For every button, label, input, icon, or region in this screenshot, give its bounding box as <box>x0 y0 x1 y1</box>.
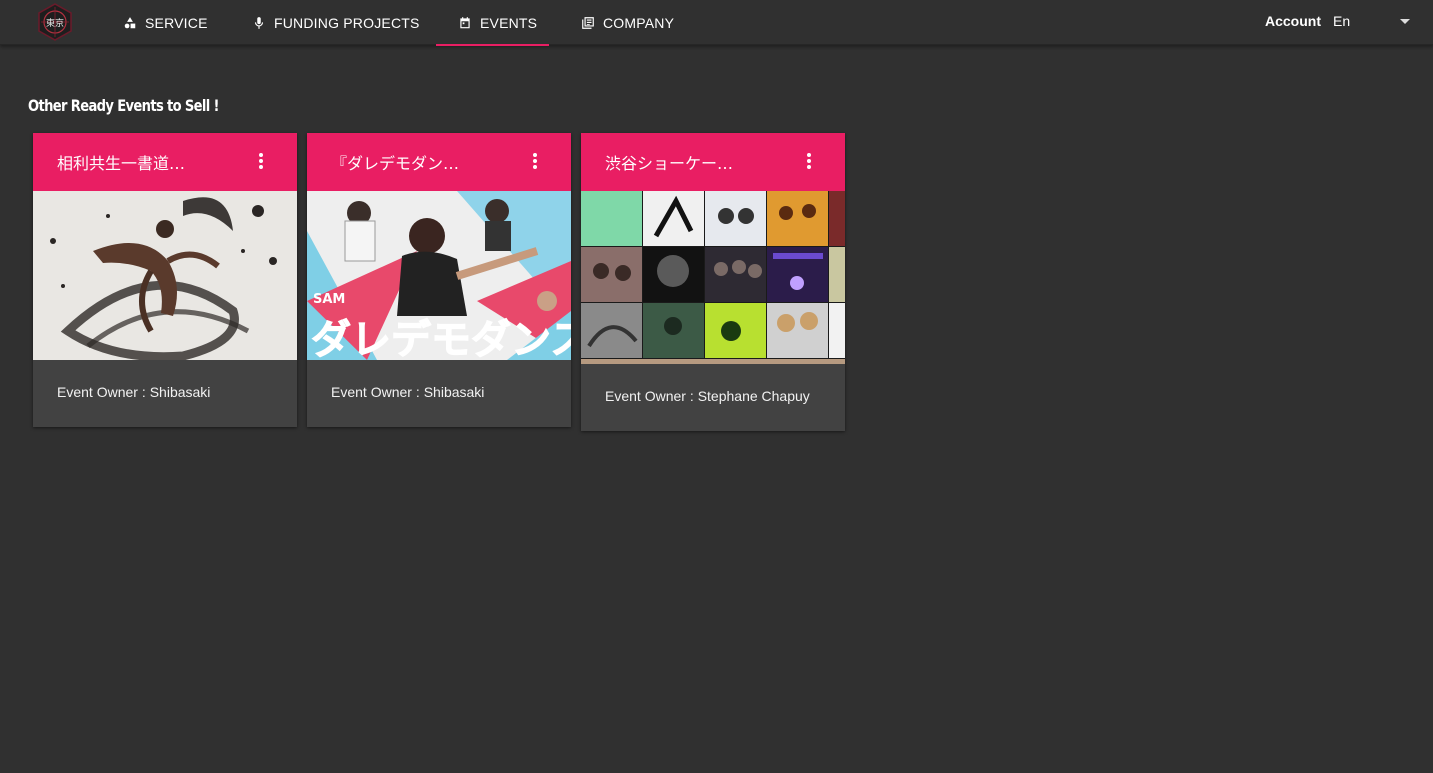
top-nav-bar: 東京 SERVICE FUNDING PROJECTS EVENTS COMPA… <box>0 0 1433 46</box>
event-image <box>581 191 845 364</box>
event-title: 渋谷ショーケー… <box>605 154 734 173</box>
event-image: SAM ダレデモダンス <box>307 191 571 360</box>
event-card-header: 『ダレデモダン… <box>307 133 571 191</box>
event-card[interactable]: 相利共生一書道… Event Owner : Shibasaki <box>33 133 297 427</box>
event-card-footer: Event Owner : Shibasaki <box>33 360 297 427</box>
nav-funding-projects[interactable]: FUNDING PROJECTS <box>230 0 442 45</box>
event-owner-label: Event Owner : <box>331 384 420 400</box>
account-link[interactable]: Account <box>1265 13 1321 29</box>
shapes-icon <box>124 16 136 28</box>
svg-text:SAM: SAM <box>313 292 345 307</box>
event-card-footer: Event Owner : Shibasaki <box>307 360 571 427</box>
microphone-icon <box>254 16 264 29</box>
chevron-down-icon <box>1400 19 1410 24</box>
nav-events-label: EVENTS <box>480 14 538 31</box>
section-title: Other Ready Events to Sell ! <box>28 96 220 115</box>
event-owner: Event Owner : Shibasaki <box>57 384 210 400</box>
event-card-footer: Event Owner : Stephane Chapuy <box>581 364 845 431</box>
event-card[interactable]: 『ダレデモダン… SAM ダレデモダンス Event Owner : Shibas… <box>307 133 571 427</box>
event-owner-label: Event Owner : <box>57 384 146 400</box>
nav-company[interactable]: COMPANY <box>559 0 696 45</box>
more-vert-icon[interactable] <box>251 153 271 173</box>
event-owner-name: Stephane Chapuy <box>697 388 810 404</box>
event-card-header: 渋谷ショーケー… <box>581 133 845 191</box>
more-vert-icon[interactable] <box>525 153 545 173</box>
nav-events[interactable]: EVENTS <box>436 0 549 46</box>
nav-service-label: SERVICE <box>145 14 208 31</box>
event-card[interactable]: 渋谷ショーケー… Event Owner : Stephane Chapuy <box>581 133 845 431</box>
more-vert-icon[interactable] <box>799 153 819 173</box>
svg-text:ダレデモダンス: ダレデモダンス <box>311 317 571 360</box>
event-owner: Event Owner : Shibasaki <box>331 384 484 400</box>
event-owner-name: Shibasaki <box>423 384 485 400</box>
library-books-icon <box>582 16 594 29</box>
language-select[interactable]: En <box>1333 13 1417 33</box>
event-card-header: 相利共生一書道… <box>33 133 297 191</box>
nav-service[interactable]: SERVICE <box>101 0 230 45</box>
event-owner-name: Shibasaki <box>149 384 211 400</box>
language-value: En <box>1333 13 1351 29</box>
svg-text:東京: 東京 <box>46 17 64 29</box>
nav-company-label: COMPANY <box>603 14 675 31</box>
nav-funding-projects-label: FUNDING PROJECTS <box>274 14 420 31</box>
logo-icon[interactable]: 東京 <box>36 3 74 41</box>
event-image <box>33 191 297 360</box>
calendar-icon <box>460 16 470 28</box>
event-title: 『ダレデモダン… <box>331 154 460 173</box>
event-owner-label: Event Owner : <box>605 388 694 404</box>
event-title: 相利共生一書道… <box>57 154 186 173</box>
event-owner: Event Owner : Stephane Chapuy <box>605 388 810 404</box>
